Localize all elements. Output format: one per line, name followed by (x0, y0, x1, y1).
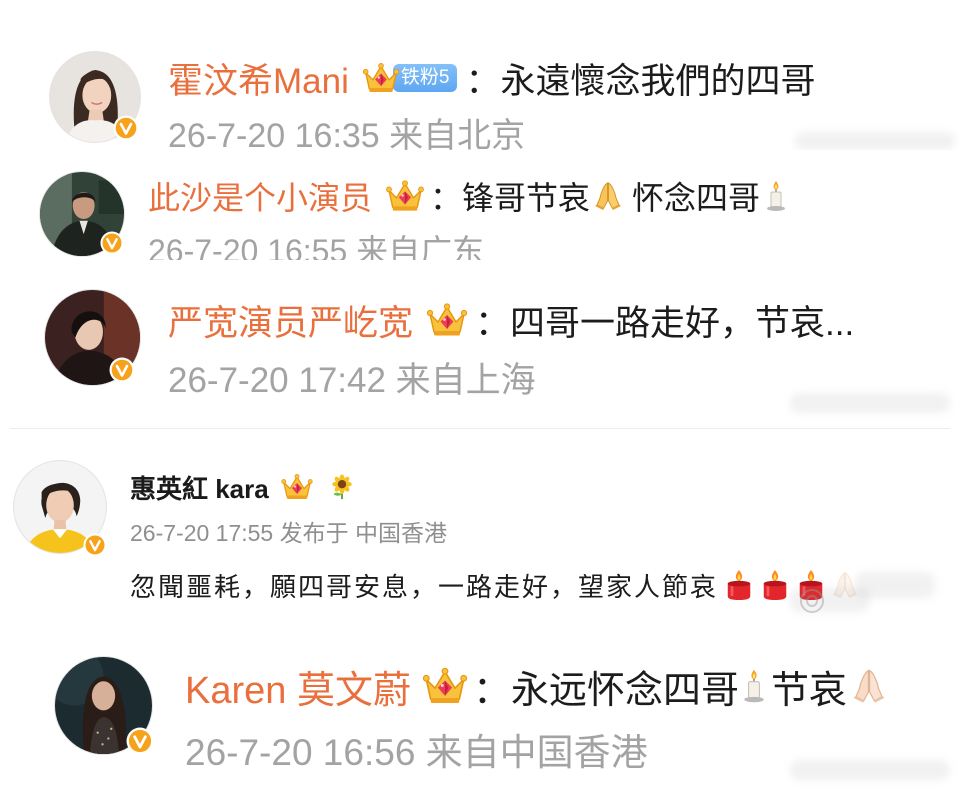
candle-icon (764, 180, 788, 212)
watermark-logo-icon (800, 589, 824, 613)
watermark (790, 393, 950, 413)
comment-item: 此沙是个小演员 ：锋哥节哀 怀念四哥 26-7-20 16:55 来自广东 (0, 160, 960, 260)
comment-text: ：锋哥节哀 (430, 180, 591, 216)
comment-meta: 26-7-20 16:55 来自广东 (148, 233, 485, 260)
comment-item: 霍汶希Mani 铁粉5 ：永遠懷念我們的四哥 26-7-20 16:35 来自北… (0, 0, 960, 150)
comment-text: ：永遠懷念我們的四哥 (465, 61, 816, 101)
commenter-name[interactable]: 霍汶希Mani (168, 53, 349, 104)
commenter-name[interactable]: 严宽演员严屹宽 (168, 295, 413, 346)
divider (10, 428, 950, 429)
crown-icon (427, 302, 467, 338)
comment-text: ：永远怀念四哥 (472, 669, 739, 712)
candle-icon (741, 668, 767, 704)
verified-badge-icon (109, 357, 135, 383)
watermark (790, 760, 950, 780)
commenter-name[interactable]: Karen 莫文蔚 (185, 659, 411, 714)
pray-hands-icon (849, 667, 889, 705)
pray-hands-icon (592, 180, 624, 212)
verified-badge-icon (126, 727, 154, 755)
post-header: 惠英紅 kara (130, 470, 355, 504)
comment-header: 严宽演员严屹宽 ：四哥一路走好，节哀... (168, 298, 854, 343)
comment-text: ：四哥一路走好，节哀... (475, 303, 855, 343)
red-candle-icon (724, 569, 754, 601)
comment-header: Karen 莫文蔚 ：永远怀念四哥 节哀 (185, 663, 889, 712)
comment-meta: 26-7-20 17:42 来自上海 (168, 361, 536, 400)
crown-icon (281, 473, 313, 501)
comment-text: 节哀 (770, 669, 847, 712)
commenter-name[interactable]: 此沙是个小演员 (148, 173, 372, 219)
comment-header: 此沙是个小演员 ：锋哥节哀 怀念四哥 (148, 176, 788, 216)
crown-icon (363, 61, 399, 95)
post-body: 忽聞噩耗，願四哥安息，一路走好，望家人節哀 (130, 568, 860, 602)
verified-badge-icon (113, 115, 139, 141)
comment-text: 怀念四哥 (632, 180, 761, 216)
poster-name[interactable]: 惠英紅 kara (130, 469, 269, 506)
comment-header: 霍汶希Mani 铁粉5 ：永遠懷念我們的四哥 (168, 58, 815, 101)
red-candle-icon (760, 569, 790, 601)
post-text: 忽聞噩耗，願四哥安息，一路走好，望家人節哀 (130, 571, 719, 602)
watermark (855, 572, 935, 598)
fan-level-badge[interactable]: 铁粉5 (392, 64, 458, 92)
verified-badge-icon (100, 231, 124, 255)
sunflower-icon (329, 474, 355, 500)
comment-meta: 26-7-20 16:35 来自北京 (168, 117, 526, 150)
watermark (795, 132, 955, 150)
crown-icon (423, 666, 467, 706)
comment-meta: 26-7-20 16:56 来自中国香港 (185, 732, 648, 773)
verified-badge-icon (83, 533, 107, 557)
crown-icon (386, 179, 424, 213)
post-meta: 26-7-20 17:55 发布于 中国香港 (130, 520, 448, 546)
